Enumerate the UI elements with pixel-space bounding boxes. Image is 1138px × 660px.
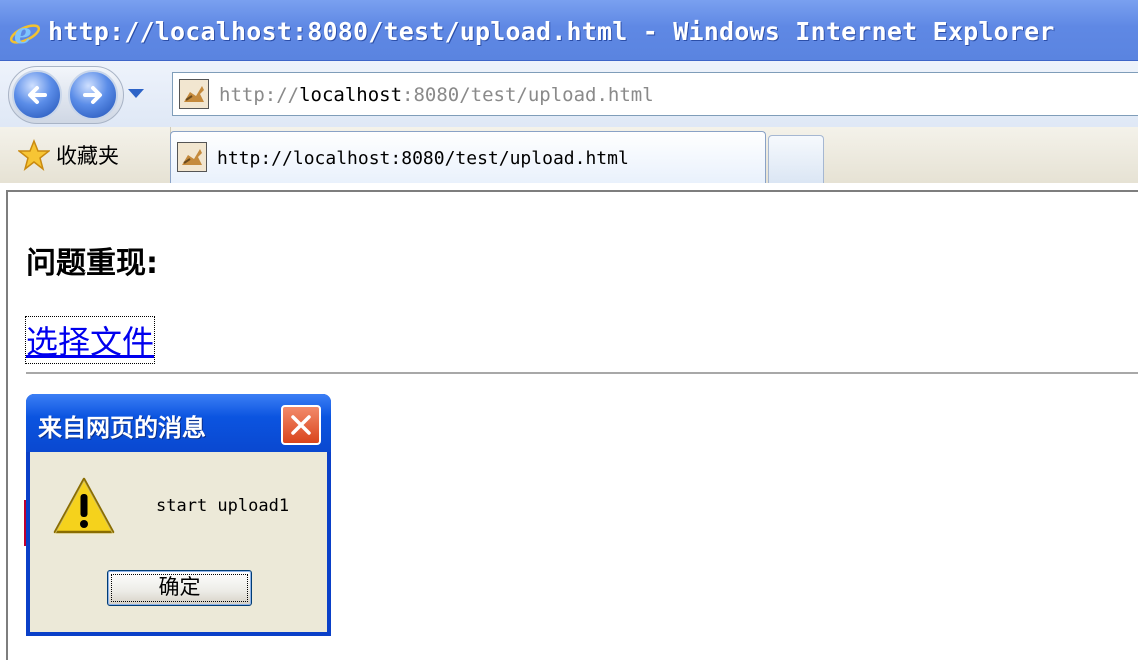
window-titlebar[interactable]: e http://localhost:8080/test/upload.html… xyxy=(0,0,1138,61)
svg-text:e: e xyxy=(14,17,32,50)
forward-arrow-icon xyxy=(83,86,102,104)
recent-pages-dropdown[interactable] xyxy=(128,89,144,98)
back-arrow-icon xyxy=(28,86,47,104)
dialog-title: 来自网页的消息 xyxy=(38,414,206,442)
tab-upload-page[interactable]: http://localhost:8080/test/upload.html xyxy=(170,131,766,183)
tab-row: 收藏夹 http://localhost:8080/test/upload.ht… xyxy=(0,127,1138,183)
ie-window: e http://localhost:8080/test/upload.html… xyxy=(0,0,1138,660)
page-favicon-icon xyxy=(179,79,209,109)
warning-icon xyxy=(53,477,115,535)
dialog-titlebar[interactable]: 来自网页的消息 xyxy=(26,394,331,452)
star-icon xyxy=(18,139,50,171)
url-host: localhost xyxy=(299,84,403,106)
dialog-body: start upload1 确定 xyxy=(30,452,327,632)
url-path: :8080/test/upload.html xyxy=(402,84,654,106)
back-button[interactable] xyxy=(12,70,62,120)
ok-button-label: 确定 xyxy=(158,575,201,599)
forward-button[interactable] xyxy=(68,70,118,120)
choose-file-link[interactable]: 选择文件 xyxy=(24,316,156,364)
address-url[interactable]: http://localhost:8080/test/upload.html xyxy=(219,84,654,106)
tab-favicon-icon xyxy=(177,142,207,172)
page-heading: 问题重现: xyxy=(26,246,158,281)
close-icon xyxy=(291,415,311,435)
horizontal-rule xyxy=(26,372,1138,374)
favorites-label: 收藏夹 xyxy=(56,144,119,168)
alert-dialog: 来自网页的消息 start upload1 确定 xyxy=(26,394,331,636)
favorites-button[interactable]: 收藏夹 xyxy=(4,127,171,183)
ie-logo-icon: e xyxy=(9,17,41,50)
tab-label: http://localhost:8080/test/upload.html xyxy=(217,148,629,169)
window-title: http://localhost:8080/test/upload.html -… xyxy=(48,17,1055,46)
ok-button[interactable]: 确定 xyxy=(107,570,252,606)
url-scheme: http:// xyxy=(219,84,300,106)
dialog-message: start upload1 xyxy=(156,496,290,516)
dialog-close-button[interactable] xyxy=(281,405,321,445)
address-toolbar: http://localhost:8080/test/upload.html xyxy=(0,61,1138,127)
new-tab-button[interactable] xyxy=(768,135,824,183)
address-bar[interactable]: http://localhost:8080/test/upload.html xyxy=(172,72,1138,116)
